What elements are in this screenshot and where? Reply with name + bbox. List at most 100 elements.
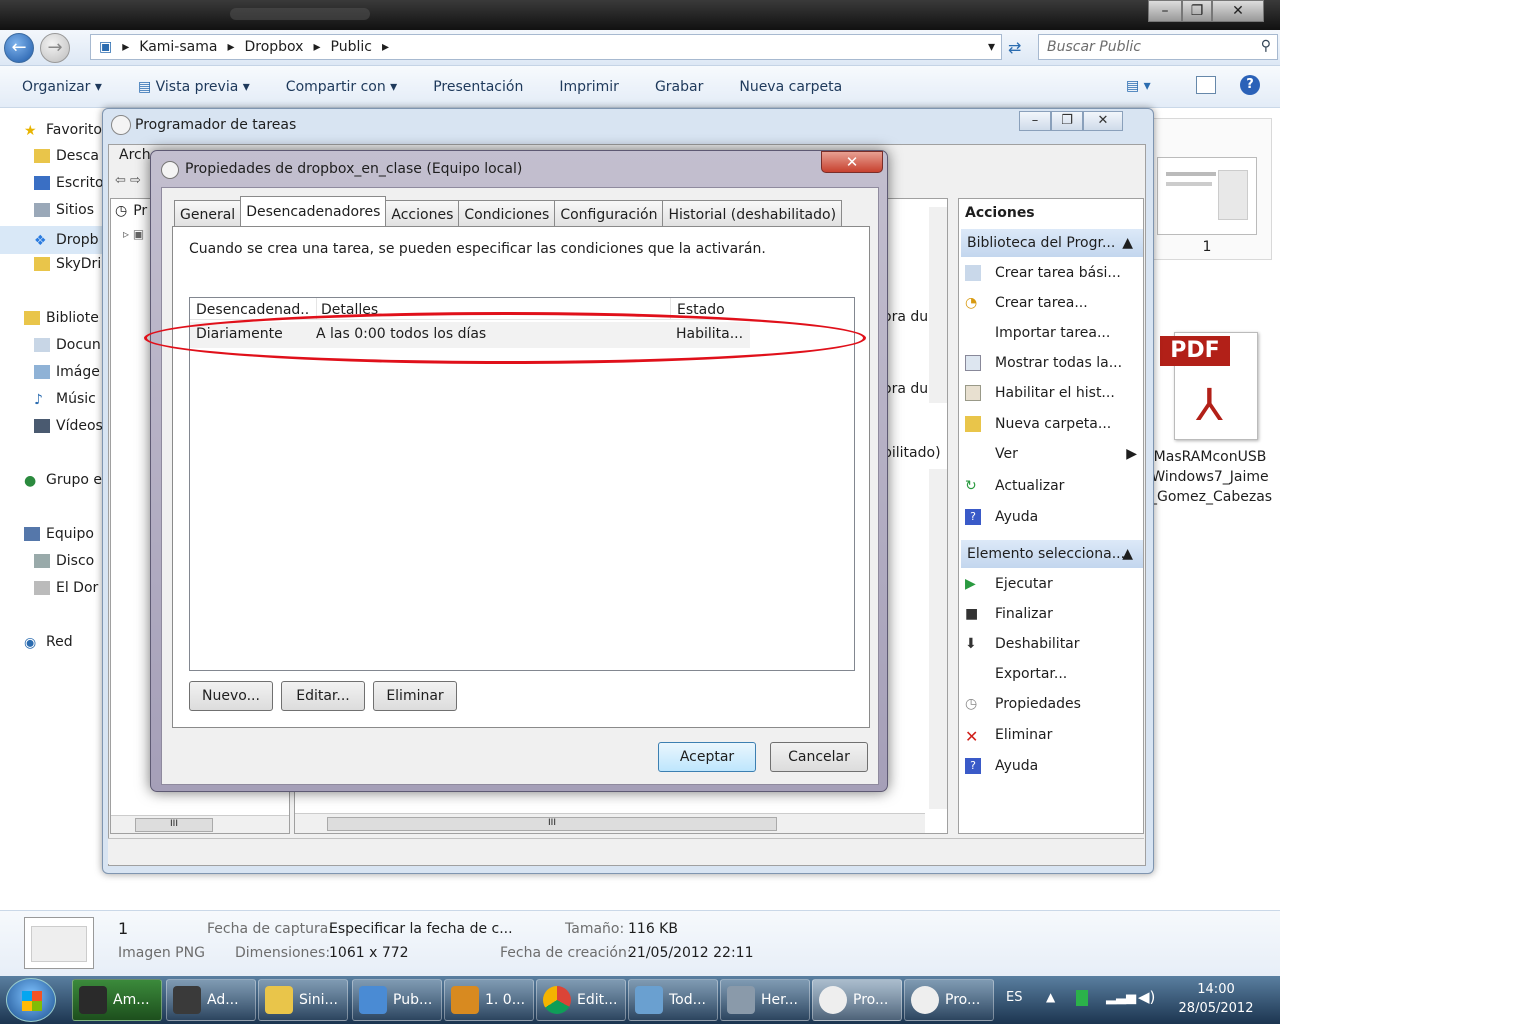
- toolbar-preview[interactable]: ▤ Vista previa ▾: [138, 79, 250, 95]
- tab-general[interactable]: General: [174, 200, 242, 226]
- preview-pane-icon[interactable]: [1196, 76, 1216, 94]
- breadcrumb-item[interactable]: Kami-sama: [139, 39, 217, 55]
- maximize-button[interactable]: ❐: [1182, 0, 1212, 22]
- tree-root[interactable]: ◷ Pr: [115, 203, 147, 219]
- address-input[interactable]: ▣ ▸ Kami-sama ▸ Dropbox ▸ Public ▸ ▾: [90, 34, 1002, 60]
- action-end[interactable]: ■ Finalizar: [965, 606, 1141, 622]
- taskbar-item[interactable]: Sini...: [258, 979, 348, 1021]
- actions-group-library[interactable]: Biblioteca del Progr... ▲: [961, 229, 1143, 257]
- action-disable[interactable]: ⬇ Deshabilitar: [965, 636, 1141, 652]
- action-help[interactable]: ? Ayuda: [965, 509, 1141, 525]
- delete-button[interactable]: Eliminar: [373, 681, 457, 711]
- taskbar-item[interactable]: Edit...: [536, 979, 626, 1021]
- minimize-button[interactable]: –: [1019, 111, 1051, 131]
- file-thumbnail-1[interactable]: 1: [1152, 118, 1272, 260]
- nav-downloads[interactable]: Desca: [34, 148, 99, 164]
- taskbar-item[interactable]: Her...: [720, 979, 810, 1021]
- search-input[interactable]: Buscar Public ⚲: [1038, 34, 1278, 60]
- dialog-close-button[interactable]: ✕: [821, 151, 883, 173]
- vertical-scrollbar[interactable]: [929, 469, 947, 809]
- nav-music[interactable]: ♪ Músic: [34, 391, 96, 408]
- details-value[interactable]: Especificar la fecha de c...: [329, 921, 513, 937]
- help-icon[interactable]: ?: [1240, 75, 1260, 95]
- nav-computer[interactable]: Equipo: [24, 526, 94, 542]
- close-button[interactable]: ✕: [1212, 0, 1264, 22]
- clock[interactable]: 14:00 28/05/2012: [1176, 982, 1256, 1016]
- nav-recent[interactable]: Sitios: [34, 202, 94, 218]
- signal-icon[interactable]: ▂▃▅: [1106, 990, 1136, 1005]
- taskbar-item[interactable]: Pub...: [352, 979, 442, 1021]
- nav-disk[interactable]: Disco: [34, 553, 94, 569]
- action-help-2[interactable]: ? Ayuda: [965, 758, 1141, 774]
- back-button[interactable]: ←: [4, 33, 34, 63]
- tray-app-icon[interactable]: [1076, 990, 1088, 1006]
- pdf-file-label[interactable]: MasRAMconUSB Windows7_Jaime _Gomez_Cabez…: [1150, 447, 1272, 507]
- actions-group-selected[interactable]: Elemento selecciona... ▲: [961, 540, 1143, 568]
- nav-documents[interactable]: Docun: [34, 337, 101, 353]
- nav-skydrive[interactable]: SkyDri: [34, 256, 101, 272]
- close-button[interactable]: ✕: [1083, 111, 1123, 131]
- taskbar-item[interactable]: Pro...: [812, 979, 902, 1021]
- nav-desktop[interactable]: Escrito: [34, 175, 104, 191]
- cancel-button[interactable]: Cancelar: [770, 742, 868, 772]
- action-enable-history[interactable]: Habilitar el hist...: [965, 385, 1141, 401]
- forward-button[interactable]: →: [40, 33, 70, 63]
- column-header-trigger[interactable]: Desencadenad...: [196, 302, 308, 318]
- taskbar-item[interactable]: Ad...: [166, 979, 256, 1021]
- action-create-basic[interactable]: Crear tarea bási...: [965, 265, 1141, 281]
- breadcrumb-item[interactable]: Public: [331, 39, 372, 55]
- taskbar-item[interactable]: 1. 0...: [444, 979, 534, 1021]
- pdf-file-icon[interactable]: PDF ⅄: [1160, 332, 1260, 442]
- action-view[interactable]: Ver ▶: [965, 446, 1141, 462]
- refresh-icon[interactable]: ⇄: [1008, 38, 1021, 57]
- menu-item[interactable]: Arch: [119, 147, 151, 163]
- tab-actions[interactable]: Acciones: [385, 200, 460, 226]
- ok-button[interactable]: Aceptar: [658, 742, 756, 772]
- maximize-button[interactable]: ❐: [1051, 111, 1083, 131]
- tab-history[interactable]: Historial (deshabilitado): [662, 200, 843, 226]
- action-delete[interactable]: ✕ Eliminar: [965, 727, 1141, 746]
- taskbar-item[interactable]: Am...: [72, 979, 162, 1021]
- action-refresh[interactable]: ↻ Actualizar: [965, 478, 1141, 494]
- action-export[interactable]: Exportar...: [965, 666, 1141, 682]
- nav-libraries[interactable]: Bibliote: [24, 310, 99, 326]
- action-new-folder[interactable]: Nueva carpeta...: [965, 416, 1141, 432]
- tab-triggers[interactable]: Desencadenadores: [240, 196, 387, 226]
- action-run[interactable]: ▶ Ejecutar: [965, 576, 1141, 592]
- nav-homegroup[interactable]: ● Grupo e: [24, 472, 102, 489]
- edit-button[interactable]: Editar...: [281, 681, 365, 711]
- nav-drive2[interactable]: El Dor: [34, 580, 98, 596]
- toolbar-new-folder[interactable]: Nueva carpeta: [739, 79, 842, 95]
- tray-expand-icon[interactable]: ▲: [1046, 990, 1055, 1004]
- action-properties[interactable]: ◷ Propiedades: [965, 696, 1141, 712]
- minimize-button[interactable]: –: [1148, 0, 1182, 22]
- language-indicator[interactable]: ES: [1006, 990, 1022, 1005]
- nav-videos[interactable]: Vídeos: [34, 418, 103, 434]
- toolbar-slideshow[interactable]: Presentación: [433, 79, 523, 95]
- volume-icon[interactable]: ◀): [1138, 988, 1155, 1006]
- view-options-icon[interactable]: ▤ ▾: [1126, 78, 1151, 94]
- new-button[interactable]: Nuevo...: [189, 681, 273, 711]
- action-create[interactable]: ◔ Crear tarea...: [965, 295, 1141, 311]
- back-arrow-icon[interactable]: ⇦ ⇨: [115, 173, 141, 188]
- dropdown-arrow-icon[interactable]: ▾: [988, 39, 995, 55]
- tab-settings[interactable]: Configuración: [554, 200, 664, 226]
- taskbar-item[interactable]: Pro...: [904, 979, 994, 1021]
- taskbar-item[interactable]: Tod...: [628, 979, 718, 1021]
- start-button[interactable]: [6, 978, 56, 1022]
- vertical-scrollbar[interactable]: [929, 207, 947, 403]
- horizontal-scrollbar[interactable]: III: [111, 815, 289, 833]
- toolbar-print[interactable]: Imprimir: [559, 79, 619, 95]
- toolbar-burn[interactable]: Grabar: [655, 79, 703, 95]
- horizontal-scrollbar[interactable]: III: [295, 813, 925, 833]
- breadcrumb-item[interactable]: Dropbox: [244, 39, 303, 55]
- nav-favorites[interactable]: ★ Favorito: [24, 122, 102, 139]
- action-import[interactable]: Importar tarea...: [965, 325, 1141, 341]
- toolbar-organize[interactable]: Organizar ▾: [22, 79, 102, 95]
- action-show-all[interactable]: Mostrar todas la...: [965, 355, 1141, 371]
- nav-network[interactable]: ◉ Red: [24, 634, 73, 651]
- nav-dropbox[interactable]: ❖ Dropb: [0, 226, 102, 254]
- tree-expand-icon[interactable]: ▹ ▣: [123, 227, 144, 241]
- toolbar-share[interactable]: Compartir con ▾: [286, 79, 397, 95]
- nav-pictures[interactable]: Imáge: [34, 364, 100, 380]
